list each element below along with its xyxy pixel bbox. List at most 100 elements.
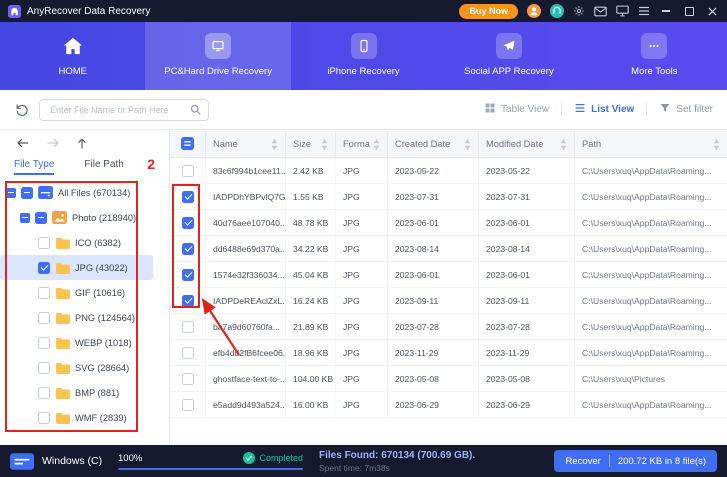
tree-checkbox[interactable] — [38, 362, 50, 374]
recover-separator — [609, 455, 610, 467]
set-filter-button[interactable]: Set filter — [659, 102, 713, 117]
tree-checkbox[interactable] — [35, 212, 47, 224]
column-header-modified-date[interactable]: Modified Date — [478, 131, 574, 157]
table-row[interactable]: 83c6f994b1cee11...2.42 KBJPG2023-05-2220… — [170, 158, 727, 184]
folder-icon — [55, 362, 70, 374]
tree-item-png[interactable]: PNG (124564) — [0, 305, 153, 330]
tree-checkbox[interactable] — [38, 412, 50, 424]
column-header-size[interactable]: Size — [285, 131, 335, 157]
mail-icon[interactable] — [594, 6, 607, 17]
table-row[interactable]: ba7a9d60760fa...21.89 KBJPG2023-07-28202… — [170, 314, 727, 340]
column-label: Size — [293, 139, 311, 149]
table-row[interactable]: ghostface-text-to-...104.00 KBJPG2023-05… — [170, 366, 727, 392]
row-checkbox-cell — [170, 236, 205, 261]
table-row[interactable]: dd6488e69d370a...34.22 KBJPG2023-08-1420… — [170, 236, 727, 262]
tree-item-gif[interactable]: GIF (10616) — [0, 280, 153, 305]
tree-checkbox[interactable] — [38, 312, 50, 324]
nav-tab-social-app-recovery[interactable]: Social APP Recovery — [436, 22, 581, 90]
select-all-icon[interactable] — [181, 137, 194, 152]
table-row[interactable]: IADPDhYBPvlQ7G...1.55 KBJPG2023-07-31202… — [170, 184, 727, 210]
sort-icon[interactable] — [373, 139, 380, 150]
tree-item-jpg[interactable]: JPG (43022) — [0, 255, 153, 280]
monitor-icon[interactable] — [616, 5, 629, 17]
created-date: 2023-05-22 — [387, 158, 478, 183]
sort-icon[interactable] — [560, 139, 567, 150]
nav-tab-pc-hard-drive-recovery[interactable]: PC&Hard Drive Recovery — [145, 22, 290, 90]
reset-icon[interactable] — [14, 102, 29, 117]
files-found-text: Files Found: 670134 (700.69 GB). — [319, 450, 475, 461]
row-checkbox[interactable] — [182, 373, 194, 385]
tree-checkbox[interactable] — [38, 337, 50, 349]
maximize-button[interactable] — [682, 4, 696, 18]
forward-arrow-icon[interactable] — [46, 137, 60, 149]
gear-icon[interactable] — [573, 5, 585, 17]
tree-item-svg[interactable]: SVG (28664) — [0, 355, 153, 380]
tree-item-wmf[interactable]: WMF (2839) — [0, 405, 153, 430]
column-header-created-date[interactable]: Created Date — [387, 131, 478, 157]
file-table: Name Size FormatCreated DateModified DateP… — [170, 131, 727, 445]
nav-tab-iphone-recovery[interactable]: iPhone Recovery — [291, 22, 436, 90]
menu-icon[interactable] — [638, 6, 650, 16]
recover-button[interactable]: Recover 200.72 KB in 8 file(s) — [554, 450, 717, 472]
column-header-format[interactable]: Format — [335, 131, 387, 157]
folder-icon — [55, 312, 70, 324]
row-checkbox[interactable] — [182, 347, 194, 359]
tree-checkbox[interactable] — [38, 287, 50, 299]
tab-file-path[interactable]: File Path — [84, 159, 123, 175]
close-button[interactable] — [705, 4, 719, 18]
table-row[interactable]: 40d76aee107040...48.78 KBJPG2023-06-0120… — [170, 210, 727, 236]
sort-icon[interactable] — [271, 139, 278, 150]
table-row[interactable]: 1574e32f336034...45.04 KBJPG2023-06-0120… — [170, 262, 727, 288]
back-arrow-icon[interactable] — [16, 137, 30, 149]
avatar-teal-icon[interactable] — [550, 4, 564, 18]
search-input[interactable] — [39, 99, 209, 121]
drive-selector[interactable]: Windows (C) — [10, 453, 114, 470]
row-checkbox[interactable] — [182, 191, 194, 203]
tree-checkbox[interactable] — [21, 187, 33, 199]
modified-date: 2023-05-08 — [478, 366, 574, 391]
tree-item-webp[interactable]: WEBP (1018) — [0, 330, 153, 355]
search-icon[interactable] — [189, 103, 202, 121]
tree-checkbox[interactable] — [38, 237, 50, 249]
avatar-orange-icon[interactable] — [527, 4, 541, 18]
nav-tab-more-tools[interactable]: More Tools — [582, 22, 727, 90]
row-checkbox[interactable] — [182, 399, 194, 411]
row-checkbox[interactable] — [182, 243, 194, 255]
tree-checkbox[interactable] — [38, 262, 50, 274]
minimize-button[interactable] — [659, 4, 673, 18]
tree-checkbox[interactable] — [38, 387, 50, 399]
table-row[interactable]: IADPDeREAclZxL...16.24 KBJPG2023-09-1120… — [170, 288, 727, 314]
table-view-button[interactable]: Table View — [484, 102, 549, 117]
tree-item-all-files[interactable]: All Files (670134) — [0, 180, 153, 205]
column-header-path[interactable]: Path — [574, 131, 727, 157]
sort-icon[interactable] — [464, 139, 471, 150]
sort-icon[interactable] — [713, 139, 720, 150]
buy-now-button[interactable]: Buy Now — [459, 4, 518, 19]
tree-item-bmp[interactable]: BMP (881) — [0, 380, 153, 405]
row-checkbox[interactable] — [182, 269, 194, 281]
up-arrow-icon[interactable] — [76, 137, 88, 150]
folder-icon — [55, 262, 70, 274]
column-header-name[interactable]: Name — [205, 131, 285, 157]
list-view-button[interactable]: List View — [574, 102, 634, 117]
row-checkbox[interactable] — [182, 295, 194, 307]
sort-icon[interactable] — [321, 139, 328, 150]
collapse-icon[interactable] — [20, 213, 30, 223]
progress-percent: 100% — [118, 453, 142, 464]
file-size: 34.22 KB — [285, 236, 335, 261]
tree-item-photo[interactable]: Photo (218940) — [0, 205, 153, 230]
nav-tab-home[interactable]: HOME — [0, 22, 145, 90]
set-filter-label: Set filter — [676, 104, 713, 115]
tree-item-ico[interactable]: ICO (6382) — [0, 230, 153, 255]
modified-date: 2023-06-29 — [478, 392, 574, 417]
row-checkbox[interactable] — [182, 217, 194, 229]
file-path: C:\Users\xuq\AppData\Roaming... — [574, 262, 727, 287]
table-row[interactable]: e5add9d493a524...16.00 KBJPG2023-06-2920… — [170, 392, 727, 418]
row-checkbox[interactable] — [182, 165, 194, 177]
tree-item-label: GIF (10616) — [75, 288, 125, 298]
select-all-header[interactable] — [170, 131, 205, 157]
collapse-icon[interactable] — [6, 188, 16, 198]
row-checkbox[interactable] — [182, 321, 194, 333]
table-row[interactable]: efb4dd2fB6fcee06...18.96 KBJPG2023-11-29… — [170, 340, 727, 366]
tab-file-type[interactable]: File Type — [14, 159, 54, 175]
